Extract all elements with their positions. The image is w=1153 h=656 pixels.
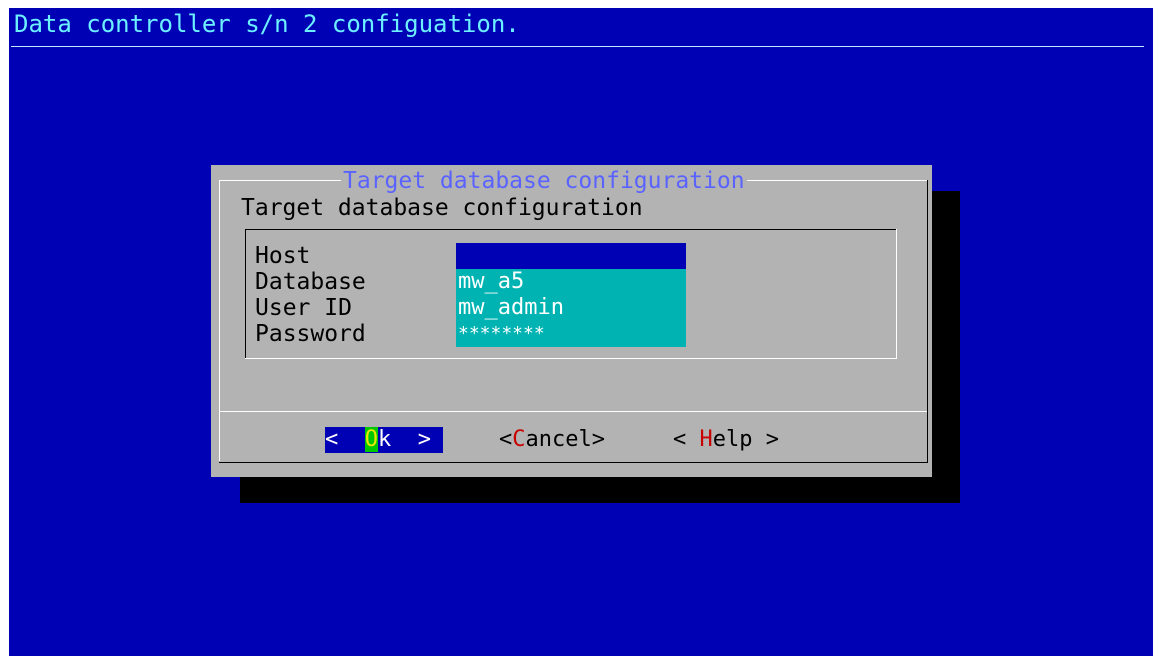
- form-frame-top: [245, 229, 897, 230]
- user-id-label: User ID: [255, 295, 352, 321]
- dialog-prompt: Target database configuration: [241, 195, 643, 221]
- dialog-title: Target database configuration: [341, 167, 747, 195]
- password-field[interactable]: ********: [456, 321, 686, 347]
- database-label: Database: [255, 269, 366, 295]
- button-separator: [219, 411, 927, 412]
- password-label: Password: [255, 321, 366, 347]
- help-left-bracket: <: [673, 427, 700, 452]
- help-label-rest: elp >: [712, 427, 779, 452]
- cancel-label-rest: ancel>: [525, 427, 605, 452]
- help-button[interactable]: < Help >: [673, 427, 779, 453]
- host-label: Host: [255, 243, 311, 269]
- button-row: < Ok > <Cancel> < Help >: [211, 427, 932, 457]
- form-frame-bottom: [245, 358, 897, 359]
- dialog-frame-right: [927, 180, 928, 463]
- cancel-button[interactable]: <Cancel>: [499, 427, 605, 453]
- dialog: Target database configuration Target dat…: [211, 165, 932, 477]
- database-field[interactable]: mw_a5: [456, 269, 686, 295]
- user-id-field[interactable]: mw_admin: [456, 295, 686, 321]
- cancel-hotkey: C: [512, 427, 526, 452]
- dialog-frame-bottom: [219, 462, 927, 463]
- ok-label-rest: k >: [378, 427, 431, 452]
- help-hotkey: H: [699, 427, 713, 452]
- cancel-left-bracket: <: [499, 427, 513, 452]
- dialog-frame-left: [219, 180, 220, 461]
- backtitle: Data controller s/n 2 configuation.: [14, 10, 520, 38]
- ok-left-bracket: <: [325, 427, 365, 452]
- ok-button[interactable]: < Ok >: [325, 427, 443, 453]
- host-field[interactable]: [456, 243, 686, 269]
- ok-hotkey: O: [364, 427, 378, 452]
- form-frame-left: [245, 229, 246, 359]
- form-box: Host Database User ID Password mw_a5 mw_…: [245, 229, 897, 359]
- backtitle-divider: [11, 46, 1144, 47]
- form-frame-right: [896, 229, 897, 359]
